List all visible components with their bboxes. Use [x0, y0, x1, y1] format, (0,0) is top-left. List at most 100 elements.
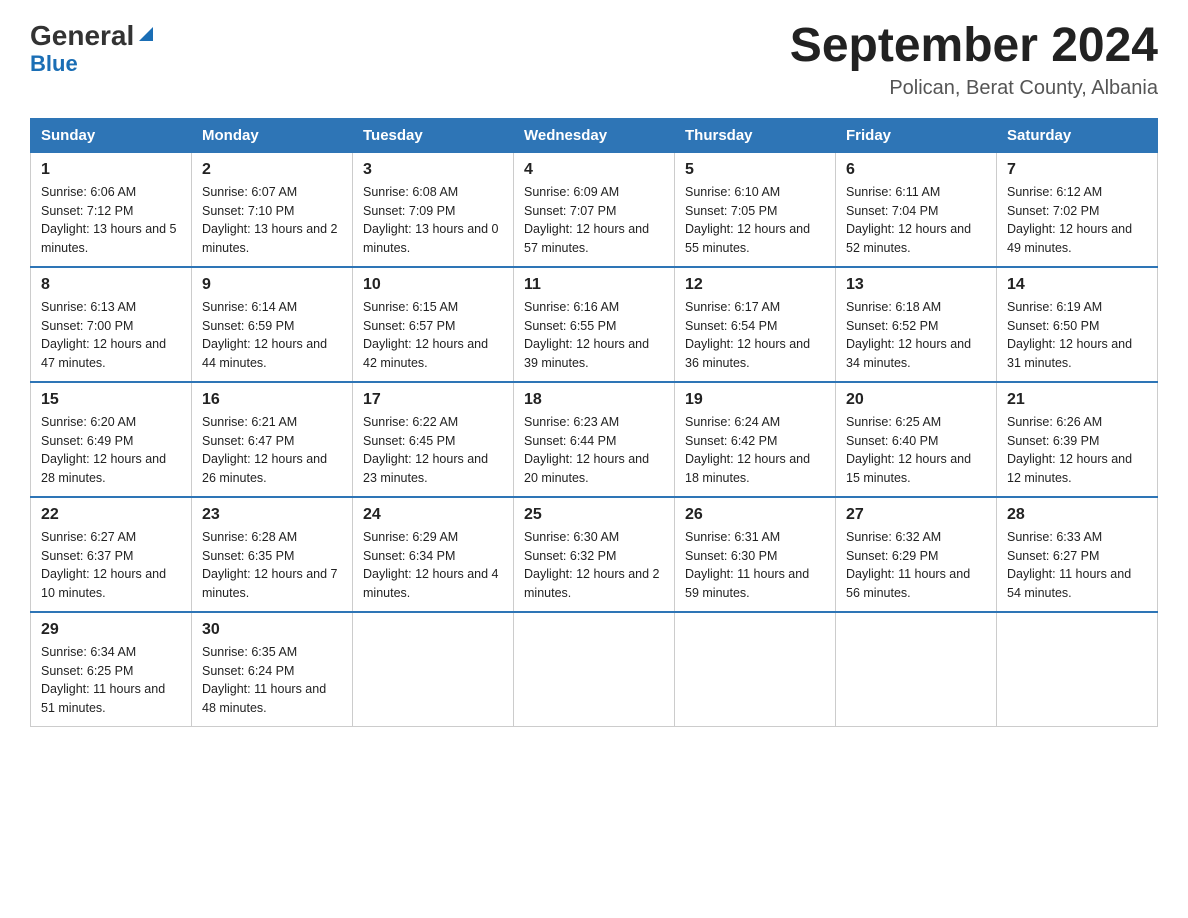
calendar-week-row: 8 Sunrise: 6:13 AMSunset: 7:00 PMDaylight… [31, 267, 1158, 382]
day-number: 29 [41, 621, 181, 639]
calendar-cell: 15Sunrise: 6:20 AMSunset: 6:49 PMDayligh… [31, 382, 192, 497]
day-number: 28 [1007, 506, 1147, 524]
day-number: 23 [202, 506, 342, 524]
day-number: 7 [1007, 161, 1147, 179]
day-number: 15 [41, 391, 181, 409]
calendar-table: SundayMondayTuesdayWednesdayThursdayFrid… [30, 118, 1158, 727]
day-number: 17 [363, 391, 503, 409]
calendar-cell: 27Sunrise: 6:32 AMSunset: 6:29 PMDayligh… [836, 497, 997, 612]
calendar-cell: 6 Sunrise: 6:11 AMSunset: 7:04 PMDaylight… [836, 152, 997, 267]
calendar-cell [514, 612, 675, 727]
calendar-cell: 25 Sunrise: 6:30 AMSunset: 6:32 PMDayligh… [514, 497, 675, 612]
calendar-cell: 9 Sunrise: 6:14 AMSunset: 6:59 PMDaylight… [192, 267, 353, 382]
day-number: 26 [685, 506, 825, 524]
day-number: 5 [685, 161, 825, 179]
calendar-cell: 8 Sunrise: 6:13 AMSunset: 7:00 PMDaylight… [31, 267, 192, 382]
day-number: 19 [685, 391, 825, 409]
day-info: Sunrise: 6:08 AMSunset: 7:09 PMDaylight:… [363, 183, 503, 258]
calendar-cell: 20 Sunrise: 6:25 AMSunset: 6:40 PMDayligh… [836, 382, 997, 497]
day-info: Sunrise: 6:09 AMSunset: 7:07 PMDaylight:… [524, 183, 664, 258]
day-number: 14 [1007, 276, 1147, 294]
calendar-cell: 14 Sunrise: 6:19 AMSunset: 6:50 PMDayligh… [997, 267, 1158, 382]
calendar-cell [997, 612, 1158, 727]
calendar-header-row: SundayMondayTuesdayWednesdayThursdayFrid… [31, 118, 1158, 152]
header-saturday: Saturday [997, 118, 1158, 152]
calendar-cell: 18Sunrise: 6:23 AMSunset: 6:44 PMDayligh… [514, 382, 675, 497]
calendar-cell: 26 Sunrise: 6:31 AMSunset: 6:30 PMDayligh… [675, 497, 836, 612]
day-number: 24 [363, 506, 503, 524]
day-info: Sunrise: 6:25 AMSunset: 6:40 PMDaylight:… [846, 413, 986, 488]
calendar-cell: 2Sunrise: 6:07 AMSunset: 7:10 PMDaylight… [192, 152, 353, 267]
day-number: 8 [41, 276, 181, 294]
calendar-cell: 17 Sunrise: 6:22 AMSunset: 6:45 PMDayligh… [353, 382, 514, 497]
day-info: Sunrise: 6:22 AMSunset: 6:45 PMDaylight:… [363, 413, 503, 488]
day-number: 20 [846, 391, 986, 409]
calendar-cell: 19 Sunrise: 6:24 AMSunset: 6:42 PMDayligh… [675, 382, 836, 497]
calendar-cell: 3 Sunrise: 6:08 AMSunset: 7:09 PMDaylight… [353, 152, 514, 267]
calendar-week-row: 29 Sunrise: 6:34 AMSunset: 6:25 PMDayligh… [31, 612, 1158, 727]
day-info: Sunrise: 6:18 AMSunset: 6:52 PMDaylight:… [846, 298, 986, 373]
day-info: Sunrise: 6:31 AMSunset: 6:30 PMDaylight:… [685, 528, 825, 603]
day-info: Sunrise: 6:10 AMSunset: 7:05 PMDaylight:… [685, 183, 825, 258]
day-info: Sunrise: 6:15 AMSunset: 6:57 PMDaylight:… [363, 298, 503, 373]
calendar-cell: 1 Sunrise: 6:06 AMSunset: 7:12 PMDaylight… [31, 152, 192, 267]
day-info: Sunrise: 6:23 AMSunset: 6:44 PMDaylight:… [524, 413, 664, 488]
logo-blue-text: Blue [30, 51, 78, 77]
title-area: September 2024 Polican, Berat County, Al… [790, 20, 1158, 100]
day-info: Sunrise: 6:11 AMSunset: 7:04 PMDaylight:… [846, 183, 986, 258]
day-number: 10 [363, 276, 503, 294]
day-number: 6 [846, 161, 986, 179]
calendar-week-row: 1 Sunrise: 6:06 AMSunset: 7:12 PMDaylight… [31, 152, 1158, 267]
day-info: Sunrise: 6:35 AMSunset: 6:24 PMDaylight:… [202, 643, 342, 718]
day-number: 30 [202, 621, 342, 639]
logo: General Blue [30, 20, 157, 77]
day-number: 25 [524, 506, 664, 524]
calendar-cell: 28 Sunrise: 6:33 AMSunset: 6:27 PMDayligh… [997, 497, 1158, 612]
day-number: 3 [363, 161, 503, 179]
day-number: 9 [202, 276, 342, 294]
day-info: Sunrise: 6:16 AMSunset: 6:55 PMDaylight:… [524, 298, 664, 373]
calendar-week-row: 22Sunrise: 6:27 AMSunset: 6:37 PMDayligh… [31, 497, 1158, 612]
calendar-cell: 24 Sunrise: 6:29 AMSunset: 6:34 PMDayligh… [353, 497, 514, 612]
calendar-cell: 22Sunrise: 6:27 AMSunset: 6:37 PMDayligh… [31, 497, 192, 612]
page-header: General Blue September 2024 Polican, Ber… [30, 20, 1158, 100]
calendar-cell: 30 Sunrise: 6:35 AMSunset: 6:24 PMDayligh… [192, 612, 353, 727]
calendar-cell: 11 Sunrise: 6:16 AMSunset: 6:55 PMDayligh… [514, 267, 675, 382]
day-info: Sunrise: 6:19 AMSunset: 6:50 PMDaylight:… [1007, 298, 1147, 373]
day-info: Sunrise: 6:34 AMSunset: 6:25 PMDaylight:… [41, 643, 181, 718]
day-info: Sunrise: 6:32 AMSunset: 6:29 PMDaylight:… [846, 528, 986, 603]
day-number: 22 [41, 506, 181, 524]
calendar-cell: 21 Sunrise: 6:26 AMSunset: 6:39 PMDayligh… [997, 382, 1158, 497]
day-info: Sunrise: 6:29 AMSunset: 6:34 PMDaylight:… [363, 528, 503, 603]
calendar-cell: 13 Sunrise: 6:18 AMSunset: 6:52 PMDayligh… [836, 267, 997, 382]
calendar-cell: 23Sunrise: 6:28 AMSunset: 6:35 PMDayligh… [192, 497, 353, 612]
calendar-cell [353, 612, 514, 727]
calendar-cell [675, 612, 836, 727]
day-info: Sunrise: 6:13 AMSunset: 7:00 PMDaylight:… [41, 298, 181, 373]
day-info: Sunrise: 6:24 AMSunset: 6:42 PMDaylight:… [685, 413, 825, 488]
calendar-cell: 7 Sunrise: 6:12 AMSunset: 7:02 PMDaylight… [997, 152, 1158, 267]
day-number: 11 [524, 276, 664, 294]
calendar-cell: 16Sunrise: 6:21 AMSunset: 6:47 PMDayligh… [192, 382, 353, 497]
calendar-cell [836, 612, 997, 727]
logo-triangle-icon [135, 23, 157, 45]
day-info: Sunrise: 6:26 AMSunset: 6:39 PMDaylight:… [1007, 413, 1147, 488]
header-sunday: Sunday [31, 118, 192, 152]
day-number: 12 [685, 276, 825, 294]
day-number: 1 [41, 161, 181, 179]
day-number: 21 [1007, 391, 1147, 409]
day-info: Sunrise: 6:33 AMSunset: 6:27 PMDaylight:… [1007, 528, 1147, 603]
day-number: 4 [524, 161, 664, 179]
calendar-cell: 12 Sunrise: 6:17 AMSunset: 6:54 PMDayligh… [675, 267, 836, 382]
day-info: Sunrise: 6:30 AMSunset: 6:32 PMDaylight:… [524, 528, 664, 603]
header-tuesday: Tuesday [353, 118, 514, 152]
day-info: Sunrise: 6:06 AMSunset: 7:12 PMDaylight:… [41, 183, 181, 258]
day-info: Sunrise: 6:12 AMSunset: 7:02 PMDaylight:… [1007, 183, 1147, 258]
day-number: 2 [202, 161, 342, 179]
calendar-cell: 29 Sunrise: 6:34 AMSunset: 6:25 PMDayligh… [31, 612, 192, 727]
day-info: Sunrise: 6:17 AMSunset: 6:54 PMDaylight:… [685, 298, 825, 373]
day-info: Sunrise: 6:14 AMSunset: 6:59 PMDaylight:… [202, 298, 342, 373]
day-number: 13 [846, 276, 986, 294]
page-title: September 2024 [790, 20, 1158, 73]
calendar-week-row: 15Sunrise: 6:20 AMSunset: 6:49 PMDayligh… [31, 382, 1158, 497]
